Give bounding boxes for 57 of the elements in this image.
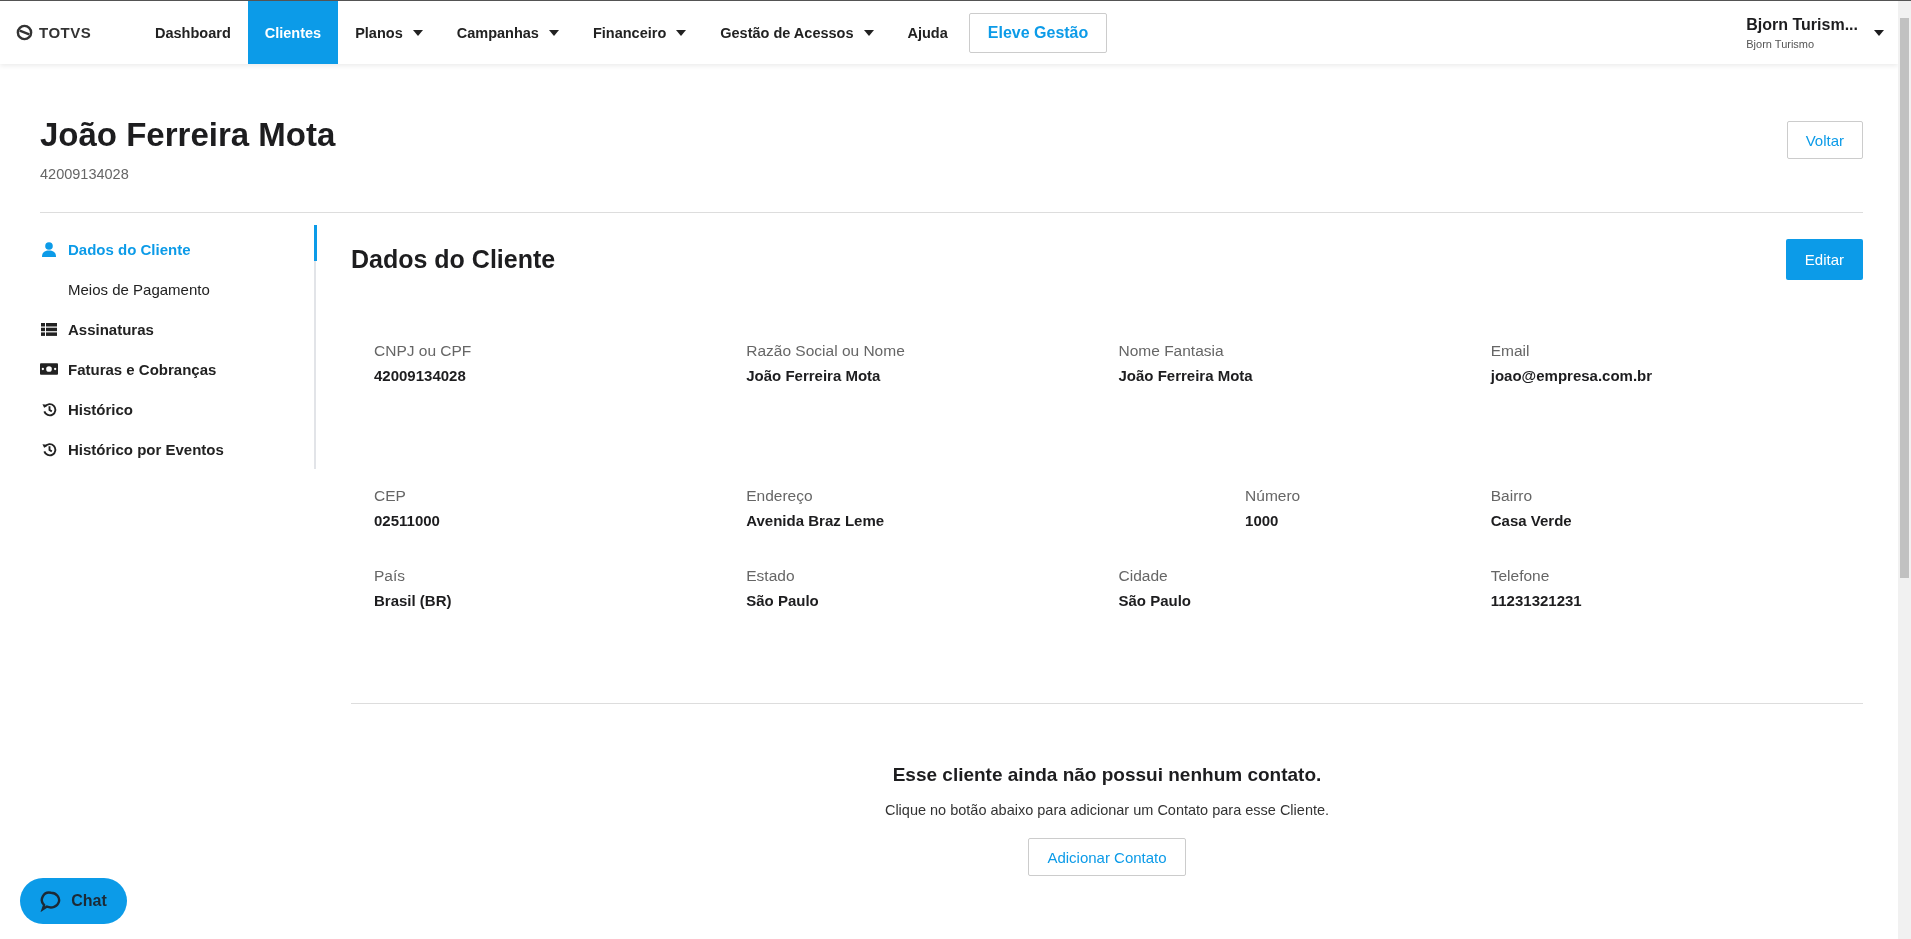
nav-menu[interactable]: Campanhas bbox=[439, 1, 576, 64]
chat-icon bbox=[40, 890, 63, 912]
field-value: São Paulo bbox=[746, 592, 819, 609]
field-value: Brasil (BR) bbox=[374, 592, 452, 609]
field-label: CEP bbox=[374, 487, 406, 505]
field-value: joao@empresa.com.br bbox=[1490, 367, 1653, 384]
field-value: 42009134028 bbox=[374, 367, 466, 384]
caret-icon bbox=[1874, 29, 1884, 36]
sidebar-item[interactable]: Histórico por Eventos bbox=[40, 429, 314, 469]
history-icon bbox=[41, 441, 57, 457]
field-value: São Paulo bbox=[1118, 592, 1192, 609]
field-label: País bbox=[374, 567, 405, 585]
caret-icon bbox=[412, 29, 423, 36]
empty-title: Esse cliente ainda não possui nenhum contato. bbox=[892, 764, 1322, 786]
field-value: Casa Verde bbox=[1490, 512, 1572, 529]
caret-icon bbox=[676, 29, 687, 36]
list-icon bbox=[41, 322, 57, 336]
nav-link[interactable]: Dashboard bbox=[138, 1, 248, 64]
field-label: Razão Social ou Nome bbox=[746, 342, 905, 360]
field-label: Cidade bbox=[1118, 567, 1168, 585]
client-id: 42009134028 bbox=[40, 166, 130, 182]
field-label: Número bbox=[1245, 487, 1301, 505]
nav-menu[interactable]: Financeiro bbox=[575, 1, 704, 64]
field-label: Nome Fantasia bbox=[1118, 342, 1224, 360]
user-name[interactable]: Bjorn Turism... bbox=[1746, 15, 1858, 34]
field-value: João Ferreira Mota bbox=[1118, 367, 1253, 384]
field-label: Bairro bbox=[1490, 487, 1533, 505]
logo-icon bbox=[16, 24, 33, 41]
field-label: Email bbox=[1490, 342, 1530, 360]
field-label: Endereço bbox=[746, 487, 813, 505]
user-company: Bjorn Turismo bbox=[1746, 37, 1816, 50]
user-icon bbox=[42, 241, 56, 257]
sidebar-item[interactable]: Histórico bbox=[40, 389, 314, 429]
chat-button[interactable]: Chat bbox=[20, 878, 127, 924]
nav-menu[interactable]: Gestão de Acessos bbox=[703, 1, 891, 64]
logo-text: TOTVS bbox=[39, 24, 92, 41]
nav-link[interactable]: Ajuda bbox=[890, 1, 965, 64]
section-title: Dados do Cliente bbox=[351, 245, 556, 274]
caret-icon bbox=[863, 29, 874, 36]
field-value: João Ferreira Mota bbox=[746, 367, 881, 384]
page-title: João Ferreira Mota bbox=[40, 116, 336, 154]
sidebar-item[interactable]: Assinaturas bbox=[40, 309, 314, 349]
field-value: Avenida Braz Leme bbox=[746, 512, 885, 529]
field-value: 11231321231 bbox=[1490, 592, 1582, 609]
caret-icon bbox=[548, 29, 559, 36]
field-value: 1000 bbox=[1245, 512, 1279, 529]
field-value: 02511000 bbox=[374, 512, 440, 529]
field-label: Estado bbox=[746, 567, 795, 585]
field-label: CNPJ ou CPF bbox=[374, 342, 472, 360]
sidebar-item[interactable]: Meios de Pagamento bbox=[40, 269, 314, 309]
sidebar-item[interactable]: Faturas e Cobranças bbox=[40, 349, 314, 389]
empty-text: Clique no botão abaixo para adicionar um Contato para esse Cliente. bbox=[884, 802, 1330, 818]
nav-menu[interactable]: Planos bbox=[338, 1, 440, 64]
history-icon bbox=[41, 401, 57, 417]
banknote-icon bbox=[40, 363, 58, 375]
scrollbar[interactable] bbox=[1898, 1, 1911, 939]
field-label: Telefone bbox=[1490, 567, 1550, 585]
